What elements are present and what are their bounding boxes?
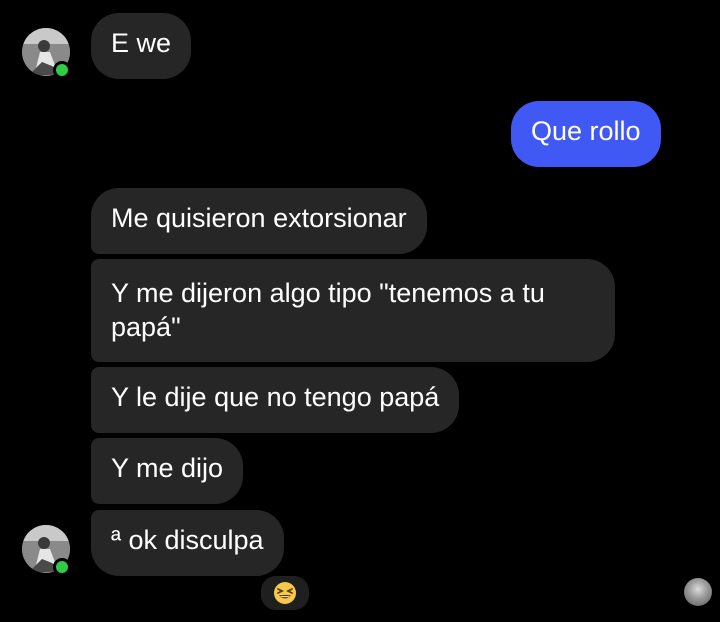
grinning-squinting-face-icon xyxy=(274,582,296,604)
message-bubble-incoming[interactable]: Y le dije que no tengo papá xyxy=(91,367,460,433)
message-bubble-incoming[interactable]: Y me dijo xyxy=(91,438,244,504)
message-bubble-incoming[interactable]: ª ok disculpa xyxy=(91,510,284,576)
message-bubble-incoming[interactable]: Y me dijeron algo tipo "tenemos a tu pap… xyxy=(91,259,615,362)
seen-receipt-avatar xyxy=(684,578,712,606)
message-bubble-incoming[interactable]: Me quisieron extorsionar xyxy=(91,188,427,254)
online-status-dot xyxy=(53,558,71,576)
message-reaction[interactable] xyxy=(259,574,311,612)
online-status-dot xyxy=(53,61,71,79)
message-bubble-outgoing[interactable]: Que rollo xyxy=(511,101,661,167)
message-bubble-incoming[interactable]: E we xyxy=(91,13,192,79)
